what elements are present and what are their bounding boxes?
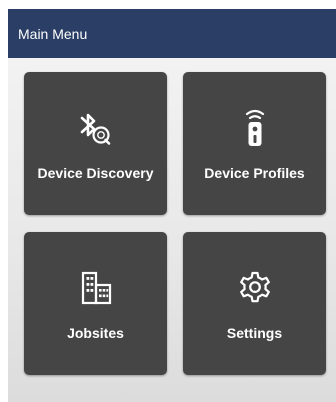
jobsites-button[interactable]: Jobsites <box>24 232 167 375</box>
tile-label: Device Discovery <box>37 165 154 181</box>
tile-label: Jobsites <box>67 325 124 341</box>
menu-grid: Device Discovery Device Profiles Jobsite… <box>8 58 336 402</box>
building-icon <box>24 270 167 306</box>
tile-label: Device Profiles <box>204 165 305 181</box>
gear-icon <box>183 270 326 306</box>
device-discovery-button[interactable]: Device Discovery <box>24 72 167 215</box>
remote-control-icon <box>183 109 326 146</box>
device-profiles-button[interactable]: Device Profiles <box>183 72 326 215</box>
bluetooth-search-icon <box>24 110 167 146</box>
app-bar: Main Menu <box>8 9 336 58</box>
app-screen: Main Menu Device Discovery Device Profil… <box>0 0 336 402</box>
page-title: Main Menu <box>18 25 88 42</box>
settings-button[interactable]: Settings <box>183 232 326 375</box>
tile-label: Settings <box>226 325 283 341</box>
